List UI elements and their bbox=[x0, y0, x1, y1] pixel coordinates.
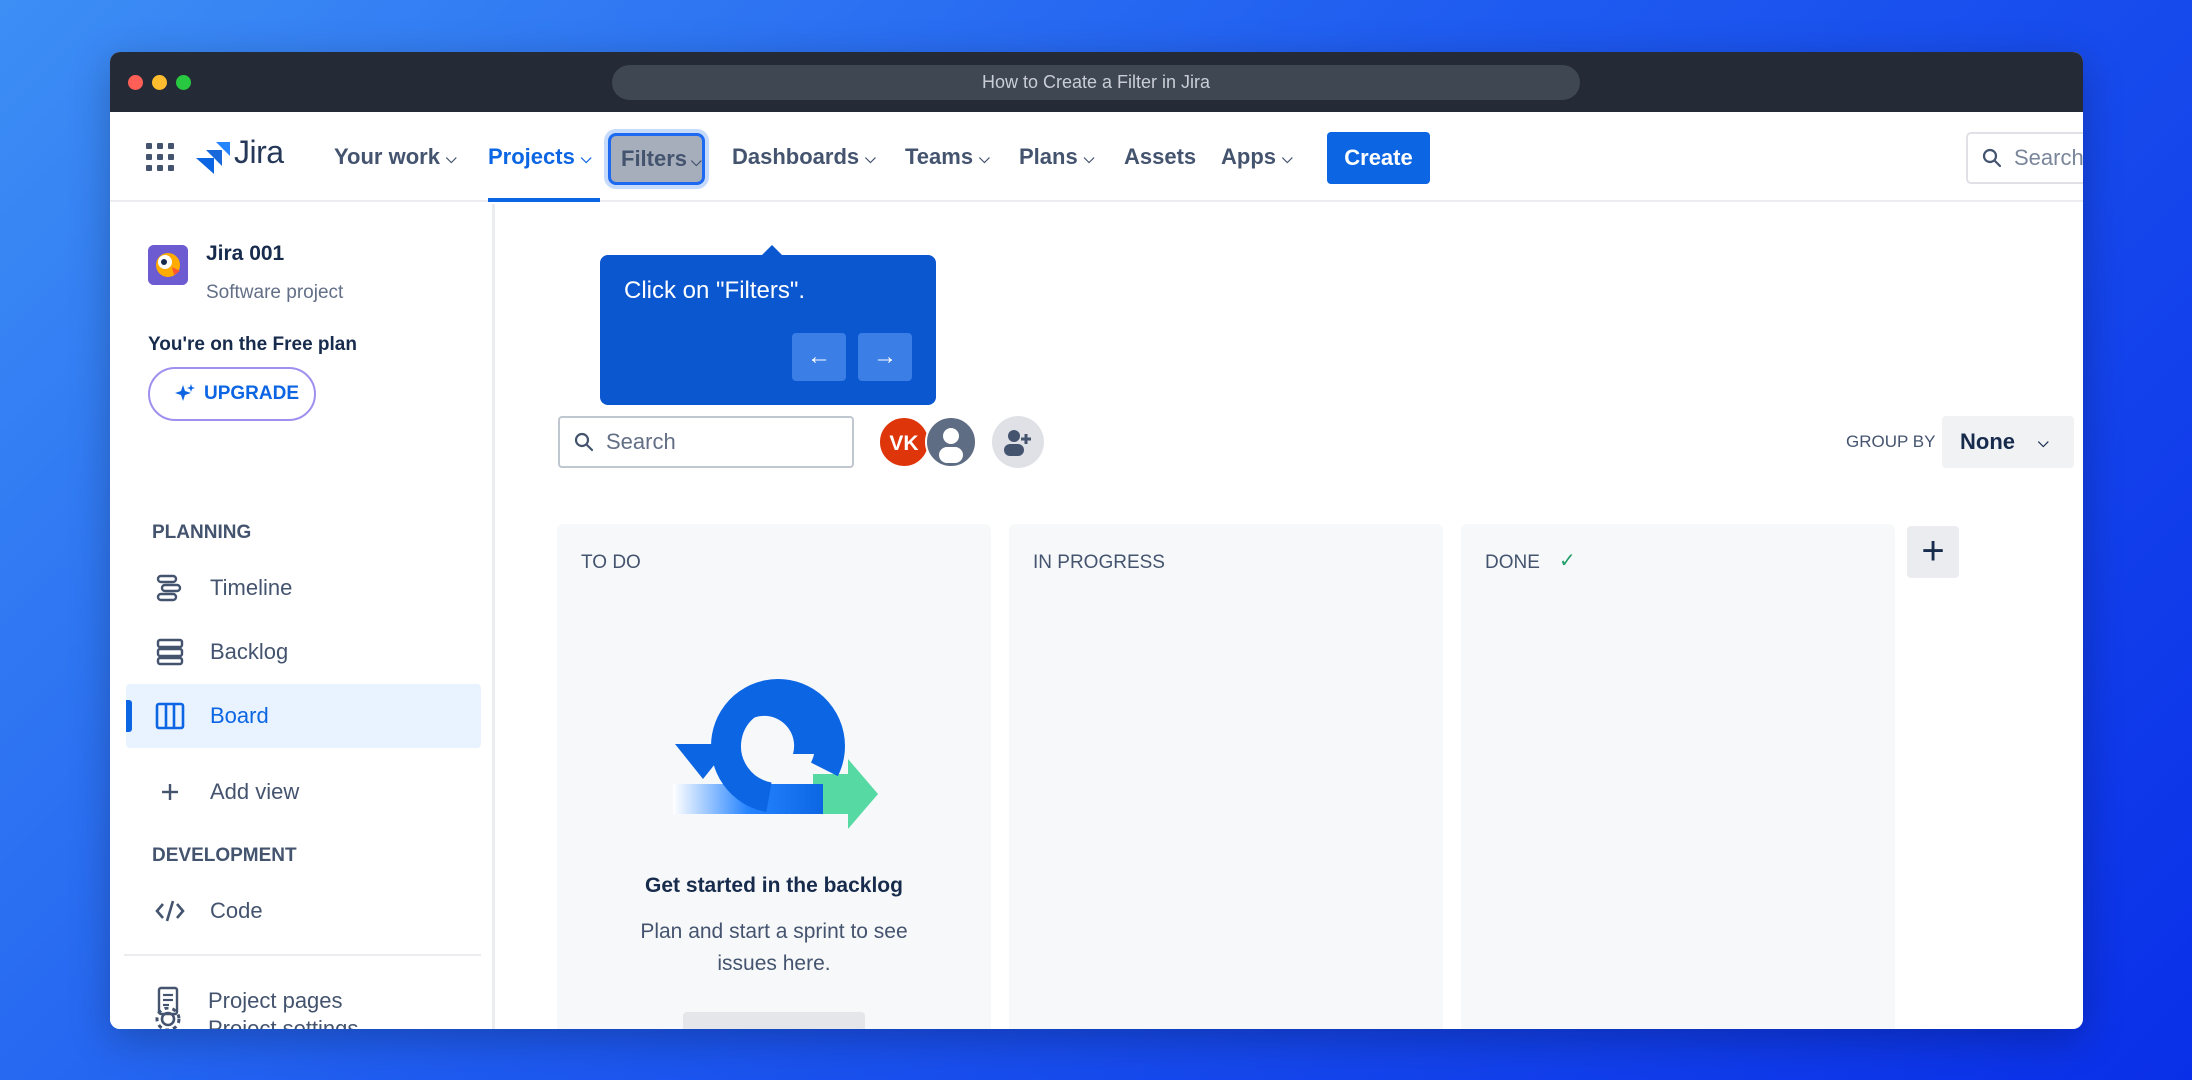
column-title: DONE bbox=[1485, 552, 1540, 573]
nav-your-work-label: Your work bbox=[334, 144, 440, 169]
nav-your-work[interactable]: Your work ⌵ bbox=[334, 139, 457, 175]
board-icon bbox=[155, 702, 185, 730]
group-by-select[interactable]: None ⌵ bbox=[1942, 416, 2074, 468]
group-by-label: GROUP BY bbox=[1846, 432, 1936, 451]
board-search-placeholder: Search bbox=[606, 429, 676, 454]
upgrade-label: UPGRADE bbox=[204, 383, 300, 404]
nav-dashboards[interactable]: Dashboards ⌵ bbox=[732, 139, 876, 175]
sidebar-item-label: Code bbox=[210, 898, 263, 923]
add-column-button[interactable]: + bbox=[1907, 526, 1959, 578]
empty-state-description: Plan and start a sprint to see issues he… bbox=[640, 920, 908, 975]
plan-status: You're on the Free plan bbox=[148, 334, 357, 355]
next-step-button[interactable]: → bbox=[858, 333, 912, 381]
nav-filters[interactable]: Filters ⌵ bbox=[608, 133, 705, 185]
chevron-down-icon: ⌵ bbox=[979, 150, 990, 167]
window-title: How to Create a Filter in Jira bbox=[612, 65, 1580, 100]
guide-tooltip: Click on "Filters". ← → bbox=[600, 245, 936, 405]
search-icon bbox=[1982, 148, 2002, 168]
top-navigation: Jira Your work ⌵ Projects ⌵ Filters ⌵ Dashb… bbox=[110, 112, 2083, 202]
column-title: IN PROGRESS bbox=[1033, 552, 1165, 573]
plus-icon bbox=[162, 784, 178, 800]
chevron-down-icon: ⌵ bbox=[1282, 150, 1293, 167]
minimize-window-button[interactable] bbox=[152, 75, 167, 90]
active-nav-indicator bbox=[488, 198, 600, 202]
code-icon bbox=[155, 900, 185, 922]
timeline-icon bbox=[156, 574, 182, 602]
nav-assets[interactable]: Assets bbox=[1124, 139, 1196, 175]
jira-logo-icon[interactable] bbox=[192, 140, 232, 174]
sidebar-item-label: Project settings bbox=[208, 1016, 359, 1030]
board-column-in-progress: IN PROGRESS bbox=[1009, 524, 1443, 1029]
backlog-icon bbox=[156, 638, 184, 666]
chevron-down-icon: ⌵ bbox=[580, 150, 592, 167]
avatar[interactable]: VK bbox=[878, 416, 930, 468]
create-button[interactable]: Create bbox=[1327, 132, 1430, 184]
sidebar-item-project-settings[interactable]: Project settings bbox=[126, 1007, 481, 1029]
sidebar-item-label: Timeline bbox=[210, 575, 293, 600]
column-title: TO DO bbox=[581, 552, 641, 573]
close-window-button[interactable] bbox=[128, 75, 143, 90]
sidebar-item-board[interactable]: Board bbox=[126, 684, 481, 748]
sidebar-item-label: Backlog bbox=[210, 639, 289, 664]
title-bar: How to Create a Filter in Jira bbox=[110, 52, 2083, 112]
upgrade-button[interactable]: UPGRADE bbox=[148, 367, 316, 421]
add-people-icon[interactable] bbox=[992, 416, 1044, 468]
sidebar-item-label: Board bbox=[210, 703, 269, 728]
nav-teams[interactable]: Teams ⌵ bbox=[905, 139, 990, 175]
sidebar-item-code[interactable]: Code bbox=[126, 879, 481, 943]
planning-section-title: PLANNING bbox=[152, 522, 252, 543]
nav-plans[interactable]: Plans ⌵ bbox=[1019, 139, 1094, 175]
maximize-window-button[interactable] bbox=[176, 75, 191, 90]
gear-icon bbox=[155, 1007, 181, 1029]
user-avatar-icon[interactable] bbox=[925, 416, 977, 468]
board-column-todo: TO DO Get started in the backlog Plan an… bbox=[557, 524, 991, 1029]
nav-projects[interactable]: Projects ⌵ bbox=[488, 139, 591, 175]
nav-apps-label: Apps bbox=[1221, 144, 1276, 169]
nav-projects-label: Projects bbox=[488, 144, 575, 169]
project-sidebar: Jira 001 Software project You're on the … bbox=[110, 204, 495, 1029]
search-icon bbox=[574, 432, 594, 452]
nav-teams-label: Teams bbox=[905, 144, 974, 169]
go-to-backlog-button[interactable] bbox=[683, 1012, 865, 1029]
chevron-down-icon: ⌵ bbox=[691, 153, 702, 169]
global-search-placeholder: Search bbox=[2014, 145, 2083, 170]
check-icon: ✓ bbox=[1559, 550, 1576, 572]
global-search-input[interactable]: Search bbox=[1966, 132, 2083, 184]
chevron-down-icon: ⌵ bbox=[2038, 434, 2049, 450]
nav-dashboards-label: Dashboards bbox=[732, 144, 860, 169]
tooltip-text: Click on "Filters". bbox=[624, 277, 806, 304]
nav-filters-label: Filters bbox=[621, 146, 688, 171]
sidebar-item-timeline[interactable]: Timeline bbox=[126, 556, 481, 620]
chevron-down-icon: ⌵ bbox=[1083, 150, 1095, 167]
board-search-input[interactable]: Search bbox=[558, 416, 854, 468]
group-by-value: None bbox=[1960, 429, 2015, 454]
board-column-done: DONE ✓ bbox=[1461, 524, 1895, 1029]
nav-apps[interactable]: Apps ⌵ bbox=[1221, 139, 1293, 175]
development-section-title: DEVELOPMENT bbox=[152, 845, 297, 866]
jira-brand[interactable]: Jira bbox=[234, 134, 284, 171]
backlog-illustration-icon bbox=[673, 679, 878, 829]
project-name[interactable]: Jira 001 bbox=[206, 242, 284, 266]
add-view-button[interactable]: Add view bbox=[126, 760, 481, 824]
add-view-label: Add view bbox=[210, 779, 300, 804]
browser-window: How to Create a Filter in Jira Jira Your… bbox=[110, 52, 2083, 1029]
sidebar-item-backlog[interactable]: Backlog bbox=[126, 620, 481, 684]
nav-plans-label: Plans bbox=[1019, 144, 1078, 169]
nav-assets-label: Assets bbox=[1124, 144, 1197, 169]
sparkle-icon bbox=[175, 384, 195, 401]
project-avatar[interactable] bbox=[148, 245, 188, 285]
project-type: Software project bbox=[206, 282, 344, 303]
previous-step-button[interactable]: ← bbox=[792, 333, 846, 381]
sidebar-divider bbox=[124, 954, 481, 956]
chevron-down-icon: ⌵ bbox=[865, 150, 876, 167]
chevron-down-icon: ⌵ bbox=[445, 150, 457, 167]
empty-state-title: Get started in the backlog bbox=[645, 874, 903, 897]
app-switcher-icon[interactable] bbox=[146, 143, 174, 171]
